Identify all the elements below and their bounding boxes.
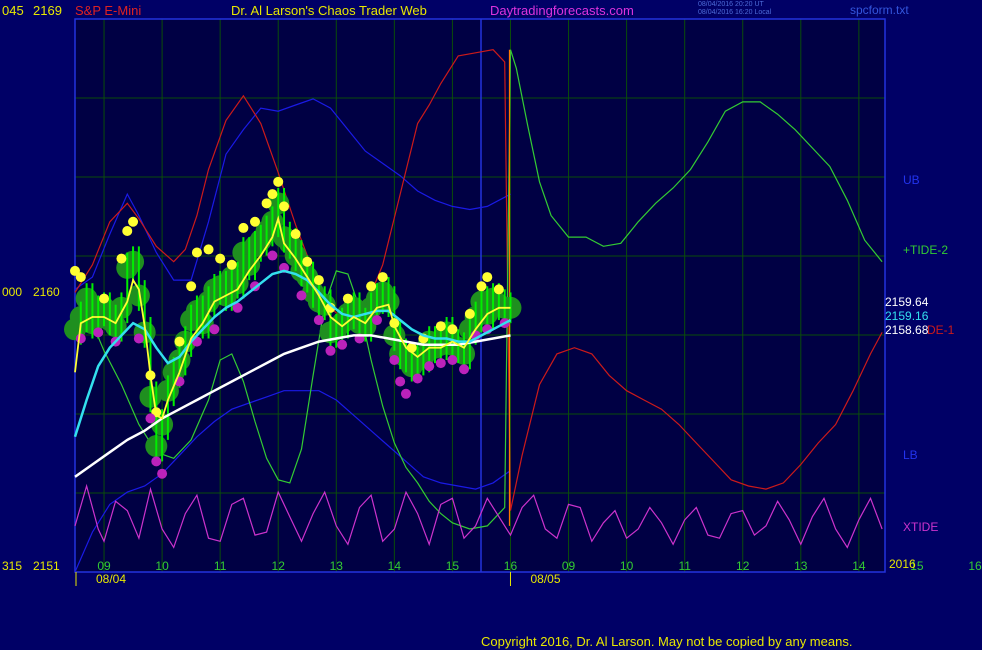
low-dot	[157, 468, 168, 479]
low-dot	[325, 345, 336, 356]
day2-date-label: 08/05	[530, 572, 560, 586]
high-dot	[191, 247, 202, 258]
price-low-left: 315	[2, 559, 22, 573]
high-dot	[250, 216, 260, 227]
low-dot	[145, 413, 156, 424]
price-yellow-label: 2159.64	[885, 295, 929, 309]
high-dot	[238, 222, 249, 233]
day2-hour-label: 13	[794, 559, 808, 573]
high-dot	[476, 281, 487, 292]
day1-hour-label: 16	[504, 559, 518, 573]
day2-hour-label: 11	[678, 559, 691, 573]
low-dot	[133, 333, 144, 344]
low-dot	[267, 250, 278, 261]
price-high-label: 2169	[33, 3, 62, 18]
low-dot	[371, 315, 382, 326]
low-dot	[400, 388, 411, 399]
day2-hour-label: 14	[852, 559, 866, 573]
high-dot	[290, 229, 301, 240]
high-dot	[174, 336, 185, 347]
low-dot	[459, 364, 470, 375]
low-dot	[93, 327, 104, 338]
high-dot	[313, 275, 324, 286]
day1-hour-label: 12	[272, 559, 286, 573]
high-dot	[122, 225, 133, 236]
low-dot	[424, 361, 435, 372]
day1-hour-label: 13	[330, 559, 344, 573]
day2-hour-label: 16	[968, 559, 982, 573]
copyright-notice: Copyright 2016, Dr. Al Larson. May not b…	[481, 634, 853, 649]
day1-hour-label: 11	[214, 559, 227, 573]
price-mid-label: 2160	[33, 285, 60, 299]
low-dot	[209, 324, 220, 335]
tide2-label: +TIDE-2	[903, 243, 948, 257]
xtide-label: XTIDE	[903, 520, 938, 534]
high-dot	[267, 189, 278, 200]
high-dot	[464, 308, 475, 319]
filename-label: spcform.txt	[850, 3, 909, 17]
price-mid-left: 000	[2, 285, 22, 299]
high-dot	[75, 272, 86, 283]
low-dot	[151, 456, 162, 467]
day1-hour-label: 10	[155, 559, 169, 573]
high-dot	[302, 256, 313, 267]
site-url-link[interactable]: Daytradingforecasts.com	[490, 3, 634, 18]
year-label: 2016	[889, 557, 916, 571]
site-title: Dr. Al Larson's Chaos Trader Web	[231, 3, 427, 18]
high-dot	[342, 293, 353, 304]
day1-hour-label: 09	[97, 559, 111, 573]
day2-hour-label: 10	[620, 559, 634, 573]
low-dot	[75, 333, 86, 344]
high-dot	[273, 176, 284, 187]
price-white-label: 2158.68	[885, 323, 929, 337]
price-high-left: 045	[2, 3, 24, 18]
price-low-label: 2151	[33, 559, 60, 573]
lb-label: LB	[903, 448, 918, 462]
high-dot	[377, 272, 388, 283]
high-dot	[203, 244, 214, 255]
high-dot	[99, 293, 110, 304]
day2-hour-label: 12	[736, 559, 750, 573]
high-dot	[128, 216, 139, 227]
day1-hour-label: 14	[388, 559, 402, 573]
chart-canvas: 09 10 11 12 13 14 15 16 09 10 11 12 13 14 15 1608/04 08/…	[2, 18, 982, 586]
high-dot	[116, 253, 127, 264]
high-dot	[447, 324, 458, 335]
ub-label: UB	[903, 173, 920, 187]
day1-hour-label: 15	[446, 559, 460, 573]
high-dot	[261, 198, 272, 209]
instrument-label: S&P E-Mini	[75, 3, 142, 18]
low-dot	[337, 339, 348, 350]
low-dot	[395, 376, 406, 387]
high-dot	[279, 201, 290, 212]
day2-hour-label: 09	[562, 559, 576, 573]
high-dot	[366, 281, 377, 292]
day1-date-label: 08/04	[96, 572, 126, 586]
low-dot	[389, 355, 400, 366]
low-dot	[447, 355, 458, 366]
high-dot	[215, 253, 226, 264]
price-cyan-label: 2159.16	[885, 309, 929, 323]
low-dot	[296, 290, 307, 301]
high-dot	[435, 321, 446, 332]
timestamp-local: 08/04/2016 16:20 Local	[698, 9, 772, 16]
low-dot	[313, 315, 324, 326]
low-dot	[435, 358, 446, 369]
high-dot	[186, 281, 197, 292]
high-dot	[493, 284, 504, 295]
tide1-label: DE-1	[927, 323, 955, 337]
low-dot	[412, 373, 423, 384]
timestamp-ut: 08/04/2016 20:20 UT	[698, 1, 764, 8]
high-dot	[226, 259, 237, 270]
high-dot	[482, 272, 493, 283]
